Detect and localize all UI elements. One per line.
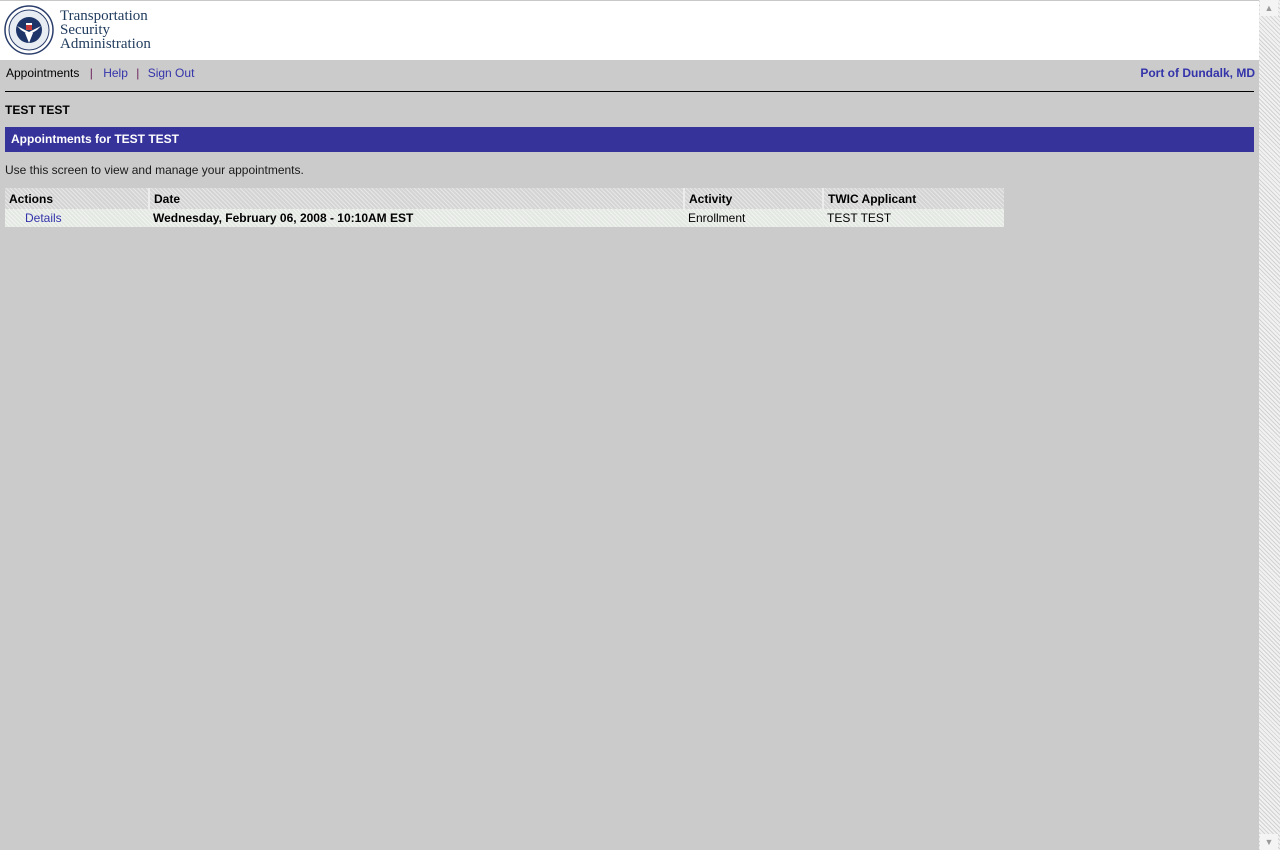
- tsa-logo[interactable]: Transportation Security Administration: [4, 5, 151, 55]
- arrow-down-icon[interactable]: ▼: [1260, 834, 1278, 850]
- col-date: Date: [149, 188, 685, 209]
- details-link[interactable]: Details: [25, 211, 62, 225]
- col-twic-applicant: TWIC Applicant: [823, 188, 1004, 209]
- nav-separator: |: [89, 66, 93, 80]
- user-name: TEST TEST: [5, 103, 70, 117]
- table-header-row: Actions Date Activity TWIC Applicant: [5, 188, 1004, 209]
- table-row: Details Wednesday, February 06, 2008 - 1…: [5, 209, 1004, 227]
- divider: [5, 91, 1254, 92]
- logo-text: Transportation Security Administration: [60, 8, 151, 52]
- logo-line-1: Transportation: [60, 8, 148, 24]
- appointments-table: Actions Date Activity TWIC Applicant Det…: [5, 188, 1004, 227]
- cell-action: Details: [5, 209, 149, 227]
- vertical-scrollbar[interactable]: ▲ ▼: [1259, 0, 1280, 850]
- page: Transportation Security Administration A…: [0, 0, 1259, 850]
- nav-appointments[interactable]: Appointments: [6, 66, 79, 80]
- col-activity: Activity: [684, 188, 824, 209]
- section-header: Appointments for TEST TEST: [5, 127, 1254, 152]
- cell-applicant: TEST TEST: [823, 209, 1004, 227]
- nav-help-link[interactable]: Help: [103, 66, 128, 80]
- instructions-text: Use this screen to view and manage your …: [5, 163, 304, 177]
- logo-line-2: Security: [60, 22, 110, 38]
- top-nav: Appointments | Help | Sign Out: [6, 66, 194, 80]
- cell-activity: Enrollment: [684, 209, 823, 227]
- location-label: Port of Dundalk, MD: [1140, 66, 1255, 80]
- header: Transportation Security Administration: [0, 1, 1259, 60]
- col-actions: Actions: [5, 188, 150, 209]
- cell-date: Wednesday, February 06, 2008 - 10:10AM E…: [149, 209, 684, 227]
- nav-sign-out-link[interactable]: Sign Out: [148, 66, 195, 80]
- arrow-up-icon[interactable]: ▲: [1260, 0, 1278, 16]
- logo-line-3: Administration: [60, 36, 151, 52]
- nav-separator: |: [136, 66, 140, 80]
- dhs-seal-icon: [4, 5, 54, 55]
